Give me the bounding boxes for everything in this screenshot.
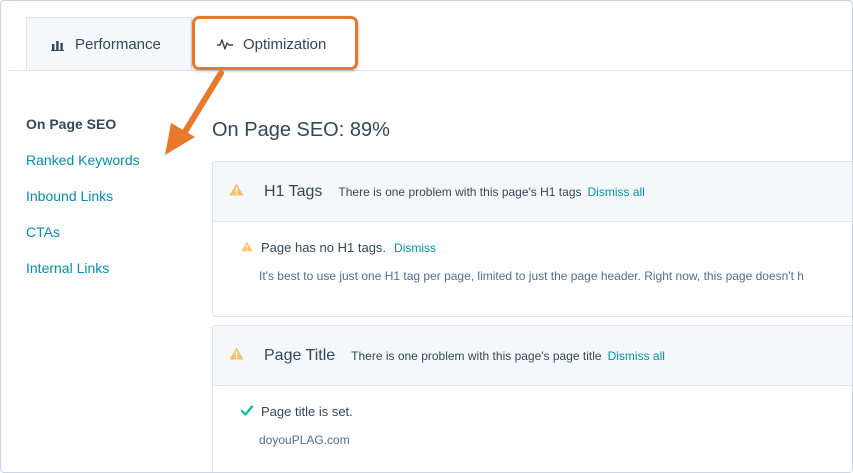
tab-performance[interactable]: Performance (26, 17, 192, 71)
section-page-title: Page Title There is one problem with thi… (212, 325, 852, 472)
issue-item: Page title is set. doyouPLAG.com (213, 386, 852, 447)
section-summary: There is one problem with this page's pa… (351, 348, 602, 363)
section-title: H1 Tags (264, 182, 323, 200)
section-header: H1 Tags There is one problem with this p… (213, 162, 852, 222)
tab-performance-label: Performance (75, 36, 161, 53)
section-summary: There is one problem with this page's H1… (338, 184, 582, 199)
warning-icon (229, 183, 244, 201)
dismiss-all-link[interactable]: Dismiss all (588, 185, 645, 199)
tab-divider (9, 70, 852, 71)
app-window: Performance Optimization On Page SEO Ran… (0, 0, 853, 473)
bar-chart-icon (51, 39, 65, 51)
sidebar-item-ctas[interactable]: CTAs (26, 221, 196, 257)
warning-icon (229, 347, 244, 365)
issue-description: It's best to use just one H1 tag per pag… (259, 269, 804, 283)
tab-bar: Performance Optimization (1, 1, 852, 71)
issue-text: Page has no H1 tags. (261, 240, 387, 255)
page-title-value: doyouPLAG.com (259, 433, 350, 447)
dismiss-all-link[interactable]: Dismiss all (608, 349, 665, 363)
warning-icon (241, 240, 253, 255)
sidebar-nav: On Page SEO Ranked Keywords Inbound Link… (26, 113, 196, 293)
main-content: On Page SEO: 89% H1 Tags There is one pr… (212, 113, 852, 472)
section-h1-tags: H1 Tags There is one problem with this p… (212, 161, 852, 317)
pulse-icon (217, 38, 233, 50)
section-title: Page Title (264, 346, 336, 364)
tab-optimization[interactable]: Optimization (193, 17, 360, 71)
tab-optimization-label: Optimization (243, 35, 327, 53)
checkmark-icon (240, 404, 254, 419)
sidebar-item-internal-links[interactable]: Internal Links (26, 257, 196, 293)
page-title: On Page SEO: 89% (212, 119, 390, 141)
section-header: Page Title There is one problem with thi… (213, 326, 852, 386)
dismiss-link[interactable]: Dismiss (394, 241, 436, 255)
sidebar-item-ranked-keywords[interactable]: Ranked Keywords (26, 149, 196, 185)
issue-text: Page title is set. (261, 404, 353, 419)
issue-item: Page has no H1 tags. Dismiss It's best t… (213, 222, 852, 283)
sidebar-item-inbound-links[interactable]: Inbound Links (26, 185, 196, 221)
sidebar-item-on-page-seo[interactable]: On Page SEO (26, 113, 196, 149)
